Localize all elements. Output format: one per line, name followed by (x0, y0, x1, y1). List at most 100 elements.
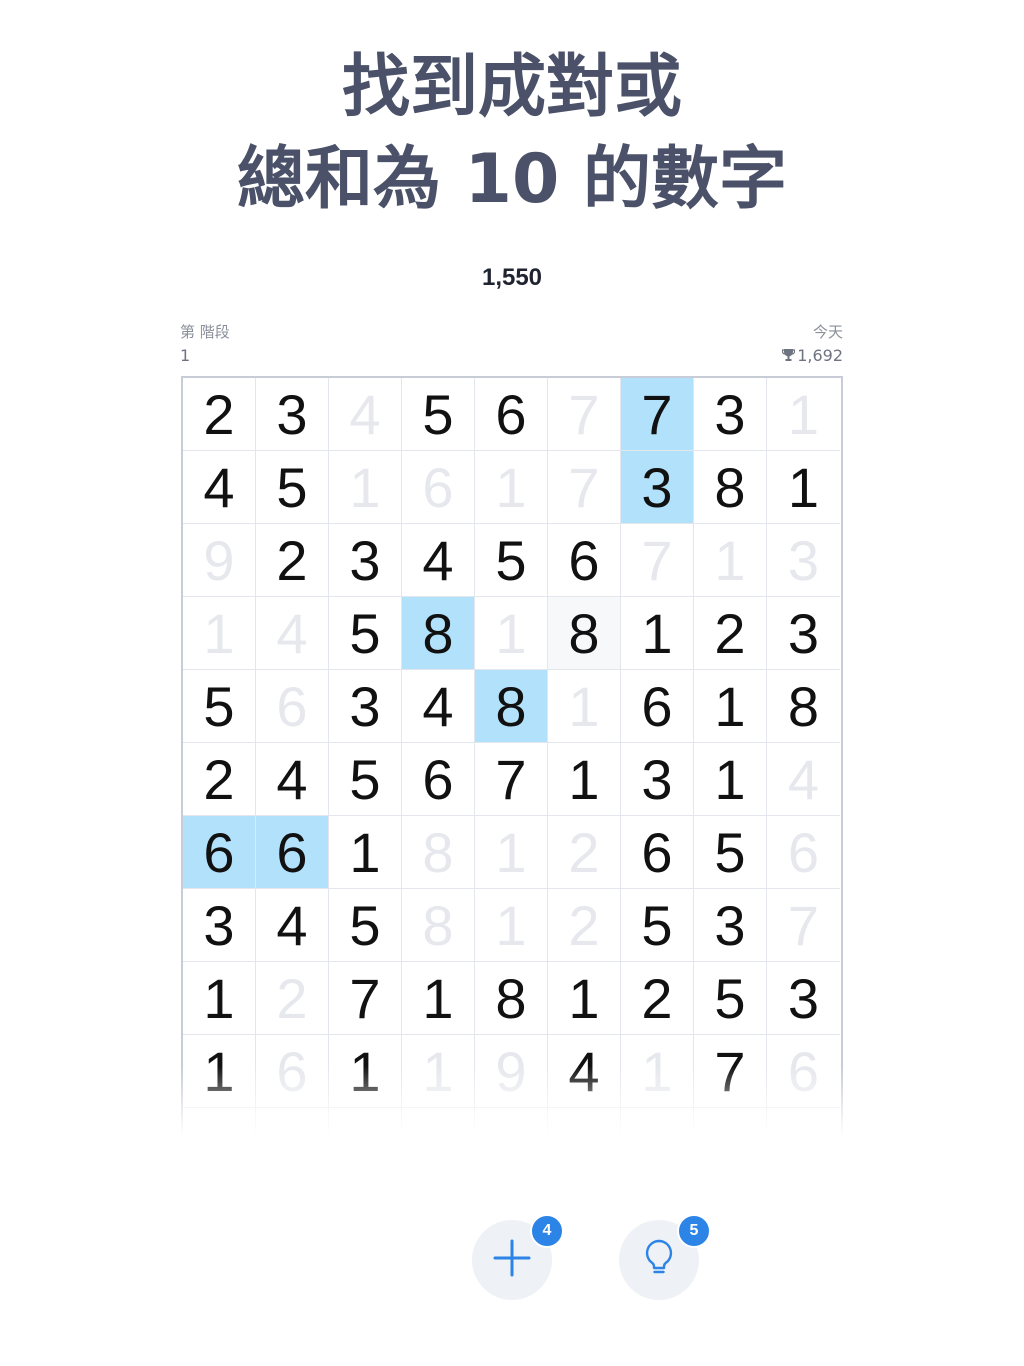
board-cell[interactable]: 2 (256, 962, 329, 1035)
board-cell[interactable]: 5 (329, 743, 402, 816)
board-cell[interactable]: 7 (475, 743, 548, 816)
board-cell[interactable]: 1 (329, 451, 402, 524)
board-cell[interactable]: 3 (329, 524, 402, 597)
board-cell[interactable]: 8 (402, 597, 475, 670)
board-cell[interactable]: 5 (694, 816, 767, 889)
board-cell[interactable]: 6 (402, 743, 475, 816)
board-cell[interactable]: 1 (767, 451, 840, 524)
board-cell (256, 1108, 329, 1136)
board-cell[interactable]: 1 (548, 743, 621, 816)
board-cell[interactable]: 4 (183, 451, 256, 524)
board-cell[interactable]: 4 (256, 597, 329, 670)
board-cell[interactable]: 4 (329, 378, 402, 451)
board-cell[interactable]: 6 (475, 378, 548, 451)
board-cell[interactable]: 3 (256, 378, 329, 451)
board-cell[interactable]: 8 (694, 451, 767, 524)
board-cell[interactable]: 1 (694, 743, 767, 816)
board-cell[interactable]: 8 (767, 670, 840, 743)
board-cell[interactable]: 1 (694, 524, 767, 597)
board-cell[interactable]: 3 (329, 670, 402, 743)
board-cell[interactable]: 7 (621, 378, 694, 451)
board-cell[interactable]: 2 (548, 889, 621, 962)
board-cell[interactable]: 1 (183, 1035, 256, 1108)
board-cell[interactable]: 1 (621, 1035, 694, 1108)
board-cell[interactable]: 1 (621, 597, 694, 670)
board-cell[interactable]: 1 (183, 597, 256, 670)
board-cell[interactable]: 1 (402, 962, 475, 1035)
board-cell[interactable]: 7 (767, 889, 840, 962)
board-cell[interactable]: 4 (402, 670, 475, 743)
board-cell[interactable]: 8 (402, 816, 475, 889)
board-cell[interactable]: 7 (548, 378, 621, 451)
board-cell[interactable]: 7 (329, 962, 402, 1035)
board-cell[interactable]: 2 (694, 597, 767, 670)
board-cell[interactable]: 5 (183, 670, 256, 743)
board-cell[interactable]: 3 (694, 889, 767, 962)
board-cell[interactable]: 1 (767, 378, 840, 451)
board-cell[interactable]: 4 (402, 524, 475, 597)
board-cell[interactable]: 5 (402, 378, 475, 451)
board-cell[interactable]: 6 (767, 1035, 840, 1108)
board-cell[interactable]: 6 (256, 816, 329, 889)
board-cell[interactable]: 4 (767, 743, 840, 816)
board-cell[interactable]: 2 (256, 524, 329, 597)
board-cell[interactable]: 5 (621, 889, 694, 962)
board-cell[interactable]: 4 (548, 1035, 621, 1108)
board-cell[interactable]: 8 (475, 962, 548, 1035)
board-cell[interactable]: 3 (767, 597, 840, 670)
board-cell[interactable]: 5 (329, 597, 402, 670)
hint-count-badge: 5 (677, 1214, 711, 1248)
board-cell (548, 1108, 621, 1136)
board-cell[interactable]: 7 (621, 524, 694, 597)
board-cell[interactable]: 7 (694, 1035, 767, 1108)
board-area: 2345677314516173819234567131458181235634… (181, 376, 843, 1136)
board-cell[interactable]: 3 (767, 962, 840, 1035)
board-cell[interactable]: 8 (402, 889, 475, 962)
board-cell[interactable]: 6 (183, 816, 256, 889)
board-cell[interactable]: 7 (548, 451, 621, 524)
board-cell[interactable]: 8 (548, 597, 621, 670)
board-cell[interactable]: 6 (621, 816, 694, 889)
board-cell[interactable]: 5 (329, 889, 402, 962)
add-numbers-button[interactable]: 4 (472, 1214, 564, 1300)
board-cell[interactable]: 5 (256, 451, 329, 524)
board-cell[interactable]: 1 (475, 451, 548, 524)
board-cell[interactable]: 6 (402, 451, 475, 524)
board-cell[interactable]: 1 (402, 1035, 475, 1108)
board-cell[interactable]: 1 (548, 670, 621, 743)
board-cell[interactable]: 1 (694, 670, 767, 743)
board-cell[interactable]: 4 (256, 889, 329, 962)
board-cell[interactable]: 3 (621, 451, 694, 524)
board-cell[interactable]: 2 (621, 962, 694, 1035)
board-cell[interactable]: 1 (475, 889, 548, 962)
board-cell[interactable]: 2 (183, 378, 256, 451)
board-cell[interactable]: 2 (183, 743, 256, 816)
board-cell[interactable]: 1 (183, 962, 256, 1035)
board-cell[interactable]: 3 (767, 524, 840, 597)
board-cell[interactable]: 8 (475, 670, 548, 743)
board-cell[interactable]: 5 (475, 524, 548, 597)
board-cell[interactable]: 4 (256, 743, 329, 816)
board-cell[interactable]: 6 (548, 524, 621, 597)
board-cell[interactable]: 6 (256, 670, 329, 743)
board-cell[interactable]: 5 (694, 962, 767, 1035)
board-cell[interactable]: 1 (475, 816, 548, 889)
board-cell[interactable]: 1 (475, 597, 548, 670)
board-cell[interactable]: 3 (183, 889, 256, 962)
board-cell[interactable]: 2 (548, 816, 621, 889)
board-cell[interactable]: 6 (256, 1035, 329, 1108)
board-cell[interactable]: 1 (548, 962, 621, 1035)
board-cell[interactable]: 9 (183, 524, 256, 597)
headline-line-1: 找到成對或 (341, 48, 682, 127)
board-cell[interactable]: 6 (767, 816, 840, 889)
board-cell[interactable]: 1 (329, 1035, 402, 1108)
number-board: 2345677314516173819234567131458181235634… (181, 376, 843, 1136)
board-cell[interactable]: 9 (475, 1035, 548, 1108)
hint-button[interactable]: 5 (619, 1214, 711, 1300)
headline-line-2: 總和為 10 的數字 (237, 140, 787, 219)
board-cell[interactable]: 3 (621, 743, 694, 816)
board-cell[interactable]: 3 (694, 378, 767, 451)
board-cell[interactable]: 6 (621, 670, 694, 743)
board-cell[interactable]: 1 (329, 816, 402, 889)
score: 1,550 (481, 264, 543, 291)
